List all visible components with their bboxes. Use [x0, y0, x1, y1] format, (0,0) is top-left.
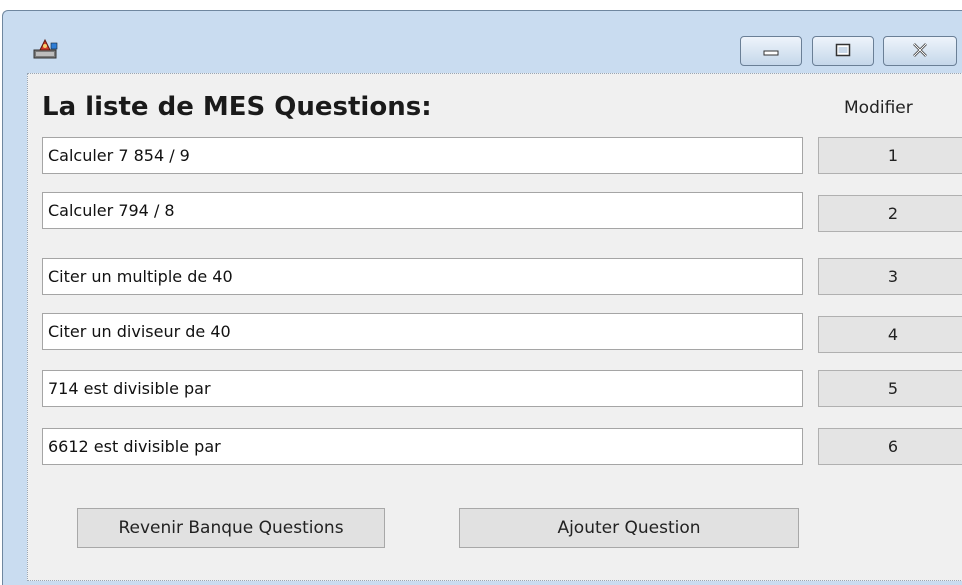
question-field-3[interactable]: Citer un multiple de 40: [42, 258, 803, 295]
minimize-button[interactable]: [740, 36, 802, 66]
minimize-icon: [763, 42, 779, 61]
close-button[interactable]: [883, 36, 957, 66]
question-field-6[interactable]: 6612 est divisible par: [42, 428, 803, 465]
question-field-2[interactable]: Calculer 794 / 8: [42, 192, 803, 229]
modify-button-6[interactable]: 6: [818, 428, 962, 465]
question-field-4[interactable]: Citer un diviseur de 40: [42, 313, 803, 350]
add-question-button[interactable]: Ajouter Question: [459, 508, 799, 548]
modify-button-1[interactable]: 1: [818, 137, 962, 174]
question-field-1[interactable]: Calculer 7 854 / 9: [42, 137, 803, 174]
modify-button-4[interactable]: 4: [818, 316, 962, 353]
main-panel: La liste de MES Questions: Modifier Calc…: [27, 73, 962, 581]
app-window: La liste de MES Questions: Modifier Calc…: [2, 10, 962, 585]
page-title: La liste de MES Questions:: [42, 92, 432, 122]
app-icon: [33, 37, 59, 61]
modify-button-3[interactable]: 3: [818, 258, 962, 295]
maximize-button[interactable]: [812, 36, 874, 66]
modify-column-label: Modifier: [844, 98, 913, 118]
back-to-question-bank-button[interactable]: Revenir Banque Questions: [77, 508, 385, 548]
question-field-5[interactable]: 714 est divisible par: [42, 370, 803, 407]
modify-button-5[interactable]: 5: [818, 370, 962, 407]
maximize-icon: [835, 42, 851, 61]
close-icon: [911, 42, 929, 61]
modify-button-2[interactable]: 2: [818, 195, 962, 232]
title-bar[interactable]: [3, 11, 962, 73]
